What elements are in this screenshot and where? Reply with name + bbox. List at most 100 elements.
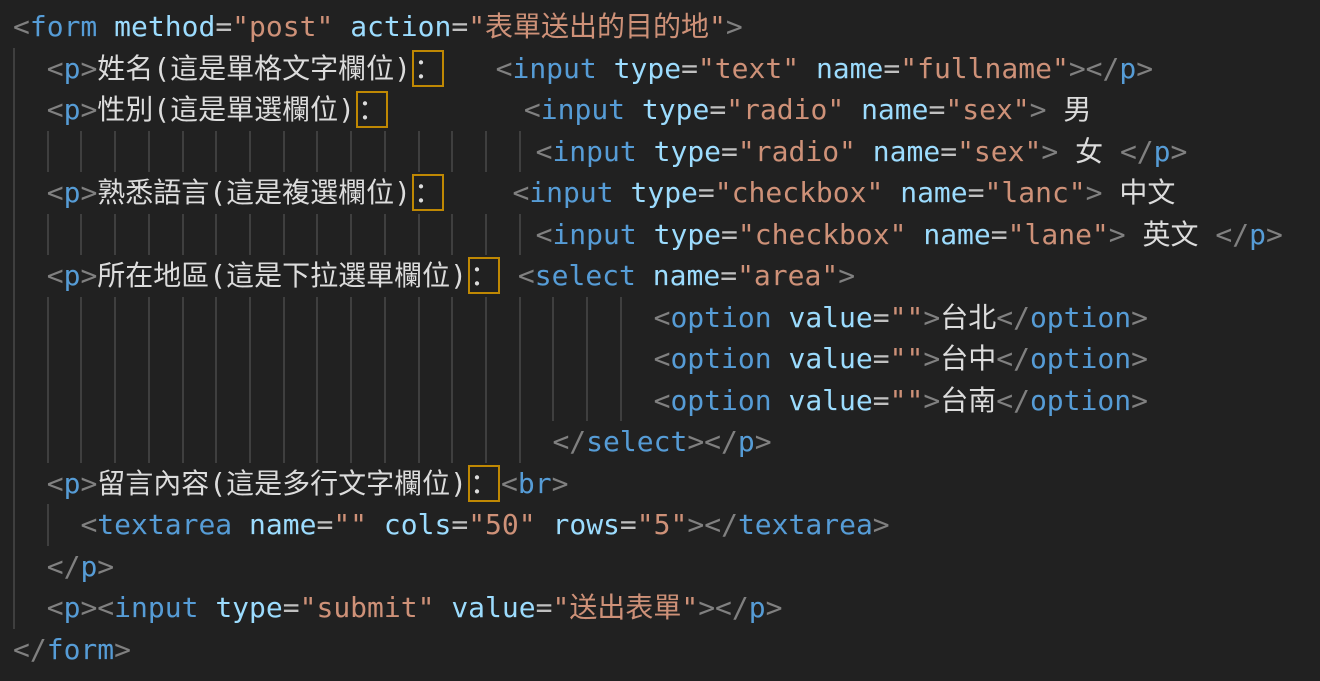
- indent-guide: [13, 48, 15, 90]
- code-token: >: [80, 467, 97, 500]
- code-token: option: [1030, 301, 1131, 334]
- code-token: name: [861, 93, 928, 126]
- code-token: [97, 10, 114, 43]
- indent-guide: [384, 421, 386, 463]
- indent-guide: [586, 380, 588, 422]
- code-token: [501, 259, 518, 292]
- code-token: "post": [232, 10, 333, 43]
- code-text: <form method="post" action="表單送出的目的地">: [13, 10, 743, 43]
- code-token: p: [64, 52, 81, 85]
- indent-guide: [13, 504, 15, 546]
- indent-guide: [485, 338, 487, 380]
- indent-guide: [350, 338, 352, 380]
- code-token: <: [654, 384, 671, 417]
- indent-guide: [552, 297, 554, 339]
- code-token: >: [923, 384, 940, 417]
- code-text: <p>性別(這是單選欄位)： <input type="radio" name=…: [13, 93, 1091, 126]
- indent-guide: [350, 131, 352, 173]
- code-text: <input type="radio" name="sex"> 女 </p>: [13, 135, 1187, 168]
- code-token: select: [586, 425, 687, 458]
- code-token: value: [451, 591, 535, 624]
- code-token: 台北: [940, 301, 996, 334]
- indent-guide: [283, 421, 285, 463]
- unicode-highlight-box: ：: [356, 91, 388, 128]
- code-text: <p>所在地區(這是下拉選單欄位)： <select name="area">: [13, 259, 855, 292]
- code-token: =: [940, 135, 957, 168]
- code-token: "": [333, 508, 367, 541]
- code-token: <: [13, 10, 30, 43]
- indent-guide: [13, 214, 15, 256]
- code-token: =: [536, 591, 553, 624]
- code-token: 英文: [1126, 218, 1216, 251]
- indent-guide: [80, 380, 82, 422]
- indent-guide: [182, 338, 184, 380]
- code-token: <: [654, 342, 671, 375]
- indent-guide: [485, 297, 487, 339]
- indent-guide: [47, 504, 49, 546]
- indent-guide: [148, 380, 150, 422]
- code-token: 留言內容(這是多行文字欄位): [97, 467, 467, 500]
- indent-guide: [80, 297, 82, 339]
- indent-guide: [283, 297, 285, 339]
- indent-guide: [13, 255, 15, 297]
- code-token: name: [816, 52, 883, 85]
- indent-guide: [13, 338, 15, 380]
- code-token: option: [670, 384, 771, 417]
- code-token: ></: [687, 508, 738, 541]
- code-text: <input type="checkbox" name="lane"> 英文 <…: [13, 218, 1283, 251]
- code-token: [625, 93, 642, 126]
- indent-guide: [114, 297, 116, 339]
- indent-guide: [384, 214, 386, 256]
- code-token: type: [614, 52, 681, 85]
- code-token: >: [1136, 52, 1153, 85]
- code-token: [637, 218, 654, 251]
- indent-guide: [182, 297, 184, 339]
- indent-guide: [384, 338, 386, 380]
- code-token: [445, 52, 496, 85]
- code-token: </: [13, 633, 47, 666]
- code-token: input: [552, 218, 636, 251]
- indent-guide: [148, 214, 150, 256]
- indent-guide: [249, 131, 251, 173]
- indent-guide: [586, 297, 588, 339]
- code-token: form: [47, 633, 114, 666]
- indent-guide: [350, 297, 352, 339]
- code-token: [198, 591, 215, 624]
- indent-guide: [13, 380, 15, 422]
- code-line: <input type="radio" name="sex"> 女 </p>: [13, 131, 1320, 173]
- code-token: 中文: [1103, 176, 1176, 209]
- code-token: <: [512, 176, 529, 209]
- code-token: name: [923, 218, 990, 251]
- code-token: "表單送出的目的地": [468, 10, 726, 43]
- code-token: select: [535, 259, 636, 292]
- code-token: =: [698, 176, 715, 209]
- code-token: br: [518, 467, 552, 500]
- indent-guide: [182, 214, 184, 256]
- indent-guide: [47, 338, 49, 380]
- indent-guide: [418, 214, 420, 256]
- code-token: ></: [698, 591, 749, 624]
- indent-guide: [620, 338, 622, 380]
- code-token: =: [451, 508, 468, 541]
- code-token: </: [1120, 135, 1154, 168]
- indent-guide: [384, 380, 386, 422]
- code-token: textarea: [738, 508, 873, 541]
- code-token: option: [670, 342, 771, 375]
- code-token: >: [80, 52, 97, 85]
- code-token: input: [529, 176, 613, 209]
- code-token: [333, 10, 350, 43]
- code-token: type: [654, 218, 721, 251]
- indent-guide: [215, 214, 217, 256]
- indent-guide: [451, 297, 453, 339]
- code-token: name: [653, 259, 720, 292]
- code-token: ></: [1069, 52, 1120, 85]
- indent-guide: [47, 214, 49, 256]
- code-token: 男: [1047, 93, 1092, 126]
- indent-guide: [80, 131, 82, 173]
- indent-guide: [114, 131, 116, 173]
- code-token: p: [1249, 218, 1266, 251]
- indent-guide: [114, 380, 116, 422]
- indent-guide: [451, 421, 453, 463]
- code-token: [614, 176, 631, 209]
- code-editor[interactable]: <form method="post" action="表單送出的目的地"> <…: [0, 0, 1320, 681]
